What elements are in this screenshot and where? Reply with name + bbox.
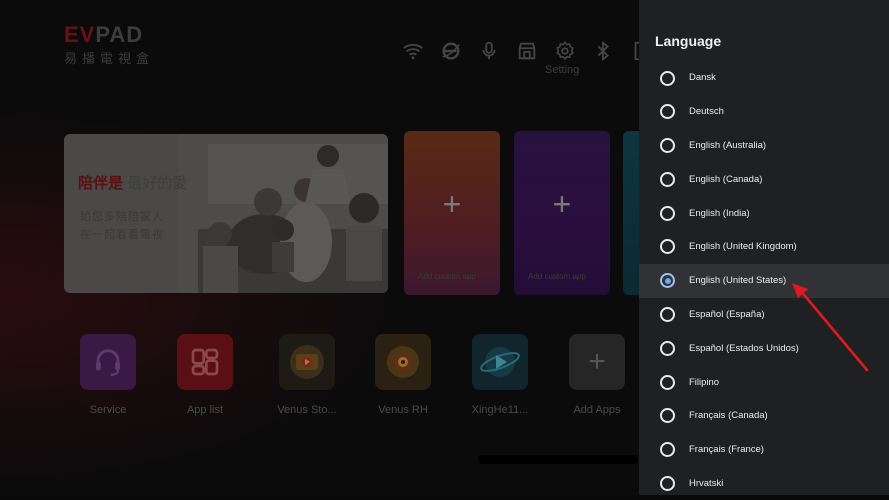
radio-button[interactable]	[660, 476, 675, 492]
logo-mark-right: PAD	[95, 22, 144, 47]
radio-button[interactable]	[660, 239, 675, 255]
banner-title: 陪伴是 最好的愛	[78, 172, 187, 193]
language-option[interactable]: English (India)	[639, 196, 889, 230]
venus-store-icon	[279, 334, 335, 390]
radio-button[interactable]	[660, 104, 675, 120]
radio-button[interactable]	[660, 408, 675, 424]
language-option[interactable]: English (Australia)	[639, 129, 889, 163]
headset-icon	[80, 334, 136, 390]
language-option[interactable]: Français (Canada)	[639, 399, 889, 433]
app-xinghe[interactable]: XingHe11...	[460, 334, 540, 416]
language-option[interactable]: English (United States)	[639, 263, 889, 298]
language-option[interactable]: Filipino	[639, 365, 889, 399]
radio-button[interactable]	[660, 307, 675, 323]
app-app-list[interactable]: App list	[165, 334, 245, 416]
language-option[interactable]: Deutsch	[639, 95, 889, 129]
store-icon[interactable]	[514, 38, 540, 64]
language-option[interactable]: Español (Estados Unidos)	[639, 331, 889, 365]
add-apps-button[interactable]: + Add Apps	[557, 334, 637, 416]
language-option-label: English (Canada)	[689, 173, 763, 185]
radio-button[interactable]	[660, 340, 675, 356]
language-option-label: Español (España)	[689, 308, 765, 320]
app-name: Venus RH	[378, 404, 428, 416]
logo-mark-left: EV	[64, 22, 96, 47]
panel-title: Language	[655, 33, 722, 49]
xinghe-icon	[472, 334, 528, 390]
language-option[interactable]: Dansk	[639, 61, 889, 95]
browser-icon[interactable]	[438, 38, 464, 64]
add-custom-app-card-1[interactable]: + Add custom app	[404, 131, 500, 295]
logo-subtitle: 易播電視盒	[64, 51, 155, 66]
language-option-label: Hrvatski	[689, 477, 724, 489]
divider-streak	[478, 455, 638, 464]
language-panel: Language Dansk Deutsch English (Australia)…	[639, 0, 889, 495]
microphone-icon[interactable]	[476, 38, 502, 64]
status-bar	[400, 38, 639, 64]
language-option-label: English (United States)	[689, 275, 787, 287]
app-service[interactable]: Service	[68, 334, 148, 416]
venus-rh-icon	[375, 334, 431, 390]
radio-button[interactable]	[660, 70, 675, 86]
radio-button-selected[interactable]	[660, 273, 675, 289]
radio-button[interactable]	[660, 205, 675, 221]
wifi-icon[interactable]	[400, 38, 426, 64]
radio-button[interactable]	[660, 138, 675, 154]
banner-line-2: 在一起看看電視	[80, 229, 164, 241]
app-venus-rh[interactable]: Venus RH	[363, 334, 443, 416]
brand-logo: EVPAD 易播電視盒	[64, 24, 154, 67]
setting-label: Setting	[545, 64, 580, 76]
language-option[interactable]: Français (France)	[639, 433, 889, 467]
radio-button[interactable]	[660, 374, 675, 390]
app-grid-icon	[177, 334, 233, 390]
language-option-label: Español (Estados Unidos)	[689, 342, 799, 354]
language-option-label: Dansk	[689, 72, 716, 84]
language-option-label: English (India)	[689, 207, 750, 219]
home-screen: EVPAD 易播電視盒 Setting 陪伴是 最好的愛 給您多陪陪家人 在一起…	[0, 0, 639, 495]
language-option-label: English (United Kingdom)	[689, 241, 797, 253]
card-caption: Add custom app	[528, 272, 586, 281]
language-option-label: Français (France)	[689, 444, 764, 456]
app-name: App list	[186, 404, 224, 416]
language-option[interactable]: English (Canada)	[639, 162, 889, 196]
app-name: Venus Sto...	[277, 404, 337, 416]
language-option-label: English (Australia)	[689, 139, 767, 151]
card-caption: Add custom app	[418, 272, 476, 281]
radio-button[interactable]	[660, 171, 675, 187]
storage-icon[interactable]	[628, 38, 639, 64]
plus-icon: +	[442, 186, 462, 222]
language-list: Dansk Deutsch English (Australia) English (…	[639, 61, 889, 500]
plus-icon: +	[552, 186, 572, 222]
language-option-label: Deutsch	[689, 106, 724, 118]
gear-icon[interactable]	[552, 38, 578, 64]
promo-banner[interactable]: 陪伴是 最好的愛 給您多陪陪家人 在一起看看電視	[64, 134, 388, 293]
banner-title-bold: 陪伴是	[78, 175, 124, 192]
app-name: XingHe11...	[471, 404, 529, 416]
language-option[interactable]: Español (España)	[639, 298, 889, 332]
banner-line-1: 給您多陪陪家人	[80, 211, 164, 223]
bluetooth-icon[interactable]	[590, 38, 616, 64]
app-venus-store[interactable]: Venus Sto...	[267, 334, 347, 416]
app-name: Add Apps	[573, 404, 621, 416]
language-option[interactable]: English (United Kingdom)	[639, 230, 889, 264]
radio-button[interactable]	[660, 442, 675, 458]
family-photo	[178, 134, 388, 293]
app-name: Service	[89, 404, 127, 416]
plus-icon: +	[569, 334, 625, 390]
language-option-label: Filipino	[689, 376, 720, 388]
add-custom-app-card-2[interactable]: + Add custom app	[514, 131, 610, 295]
banner-title-light: 最好的愛	[127, 175, 188, 192]
partial-card[interactable]	[623, 131, 639, 295]
language-option-label: Français (Canada)	[689, 410, 768, 422]
